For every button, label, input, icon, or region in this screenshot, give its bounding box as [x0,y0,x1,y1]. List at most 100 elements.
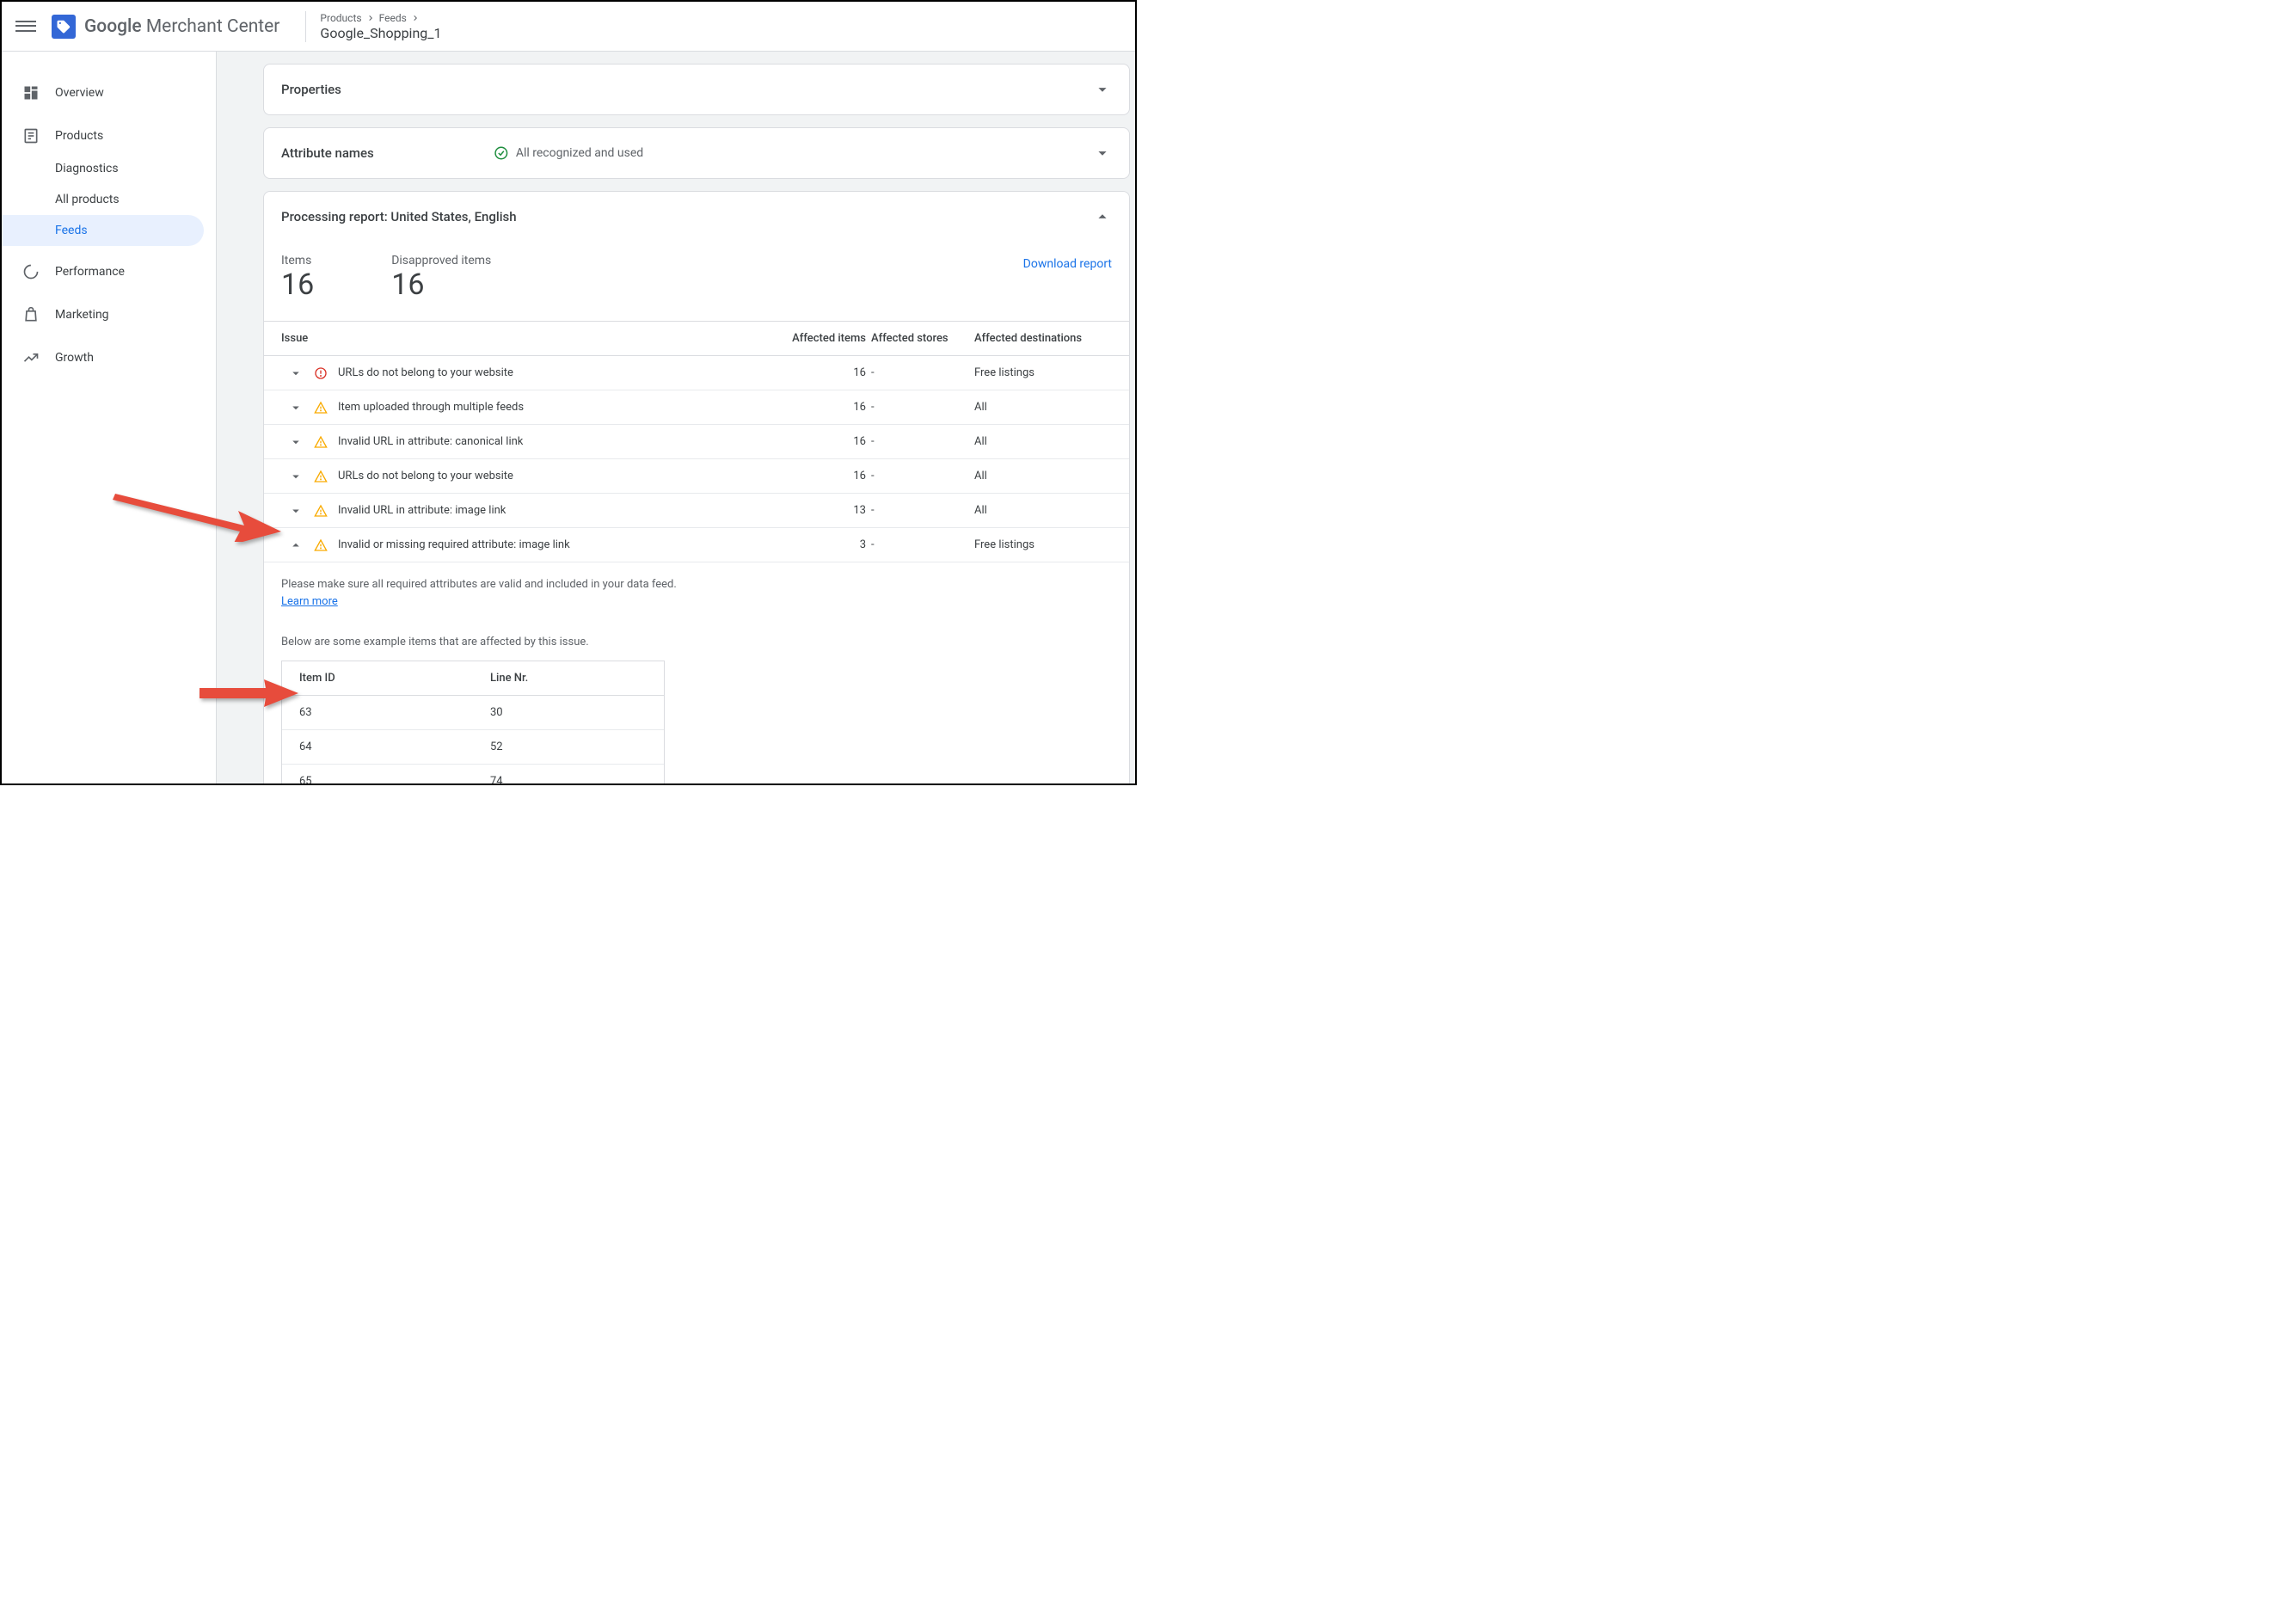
chevron-up-icon [1093,207,1112,226]
dashboard-icon [22,84,43,101]
example-row: 6330 [282,696,664,729]
app-title: Google Merchant Center [84,16,279,37]
column-stores: Affected stores [871,332,974,345]
issue-text: Invalid URL in attribute: canonical link [338,435,523,448]
issue-text: Item uploaded through multiple feeds [338,401,524,414]
disapproved-label: Disapproved items [391,254,491,267]
items-value: 16 [281,267,314,302]
sidebar-item-growth[interactable]: Growth [2,341,204,375]
issue-stores: - [871,504,974,517]
issue-stores: - [871,366,974,379]
column-dest: Affected destinations [974,332,1112,345]
sidebar-item-overview[interactable]: Overview [2,76,204,110]
column-items: Affected items [768,332,871,345]
issue-row[interactable]: URLs do not belong to your website 16-Fre… [264,356,1129,390]
warning-icon [314,401,328,415]
learn-more-link[interactable]: Learn more [281,595,338,608]
issue-row[interactable]: URLs do not belong to your website16-All [264,459,1129,494]
issue-text: URLs do not belong to your website [338,366,513,379]
attributes-card-header[interactable]: Attribute names All recognized and used [264,128,1129,178]
check-circle-icon [494,145,509,161]
sidebar-item-products[interactable]: Products [2,119,204,153]
issue-stores: - [871,401,974,414]
warning-icon [314,538,328,552]
expand-icon[interactable] [288,538,304,553]
disapproved-value: 16 [391,267,491,302]
app-logo[interactable]: Google Merchant Center [52,15,279,39]
expand-icon[interactable] [288,366,304,381]
page-title: Google_Shopping_1 [320,25,441,41]
download-report-link[interactable]: Download report [1023,257,1112,271]
breadcrumb-link[interactable]: Feeds [379,12,407,24]
issue-row[interactable]: Invalid URL in attribute: image link 13-A… [264,494,1129,528]
example-id: 65 [282,765,473,783]
sidebar-item-label: Growth [55,351,94,365]
card-title: Processing report: United States, Englis… [281,209,517,224]
sidebar-item-label: Overview [55,86,104,100]
processing-card-header[interactable]: Processing report: United States, Englis… [264,192,1129,242]
example-id: 64 [282,730,473,764]
sidebar-item-diagnostics[interactable]: Diagnostics [2,153,204,184]
sidebar-item-label: All products [55,193,120,206]
chevron-right-icon [410,13,421,23]
expand-icon[interactable] [288,400,304,415]
issue-dest: Free listings [974,366,1112,379]
issue-row[interactable]: Item uploaded through multiple feeds16-A… [264,390,1129,425]
warning-icon [314,435,328,449]
trend-icon [22,349,43,366]
sidebar-item-label: Diagnostics [55,162,119,175]
example-line: 74 [473,765,664,783]
warning-icon [314,504,328,518]
issue-stores: - [871,435,974,448]
bag-icon [22,306,43,323]
breadcrumb: Products Feeds Google_Shopping_1 [320,12,441,41]
issue-text: URLs do not belong to your website [338,470,513,482]
hamburger-menu-button[interactable] [15,16,36,37]
sidebar-item-marketing[interactable]: Marketing [2,298,204,332]
error-icon [314,366,328,380]
issue-dest: All [974,504,1112,517]
example-row: 6574 [282,764,664,783]
sidebar-item-performance[interactable]: Performance [2,255,204,289]
tag-icon [52,15,76,39]
annotation-arrow [111,482,283,542]
sidebar-item-label: Performance [55,265,125,279]
breadcrumb-link[interactable]: Products [320,12,361,24]
example-line: 30 [473,696,664,729]
issue-row[interactable]: Invalid or missing required attribute: i… [264,528,1129,562]
items-label: Items [281,254,314,267]
issue-items: 13 [768,504,871,517]
status-text: All recognized and used [516,146,643,160]
issue-dest: All [974,401,1112,414]
detail-subtext: Below are some example items that are af… [281,636,1112,648]
expand-icon[interactable] [288,434,304,450]
sidebar-item-feeds[interactable]: Feeds [2,215,204,246]
sidebar-item-label: Marketing [55,308,109,322]
card-title: Attribute names [281,145,374,161]
expand-icon[interactable] [288,469,304,484]
issue-items: 3 [768,538,871,551]
column-issue: Issue [281,332,768,345]
expand-icon[interactable] [288,503,304,519]
sidebar-item-all-products[interactable]: All products [2,184,204,215]
example-table: Item ID Line Nr. 633064526574 [281,661,665,783]
article-icon [22,127,43,144]
example-row: 6452 [282,729,664,764]
sidebar: Overview Products Diagnostics All produc… [2,52,217,783]
properties-card-header[interactable]: Properties [264,65,1129,114]
annotation-arrow [197,678,300,709]
issue-items: 16 [768,470,871,482]
issue-text: Invalid or missing required attribute: i… [338,538,570,551]
issue-row[interactable]: Invalid URL in attribute: canonical link… [264,425,1129,459]
example-col-line: Line Nr. [473,661,664,695]
chevron-down-icon [1093,144,1112,163]
issue-items: 16 [768,366,871,379]
issue-text: Invalid URL in attribute: image link [338,504,506,517]
chevron-right-icon [365,13,376,23]
example-line: 52 [473,730,664,764]
progress-icon [22,263,43,280]
issue-items: 16 [768,435,871,448]
chevron-down-icon [1093,80,1112,99]
warning-icon [314,470,328,483]
issue-stores: - [871,538,974,551]
